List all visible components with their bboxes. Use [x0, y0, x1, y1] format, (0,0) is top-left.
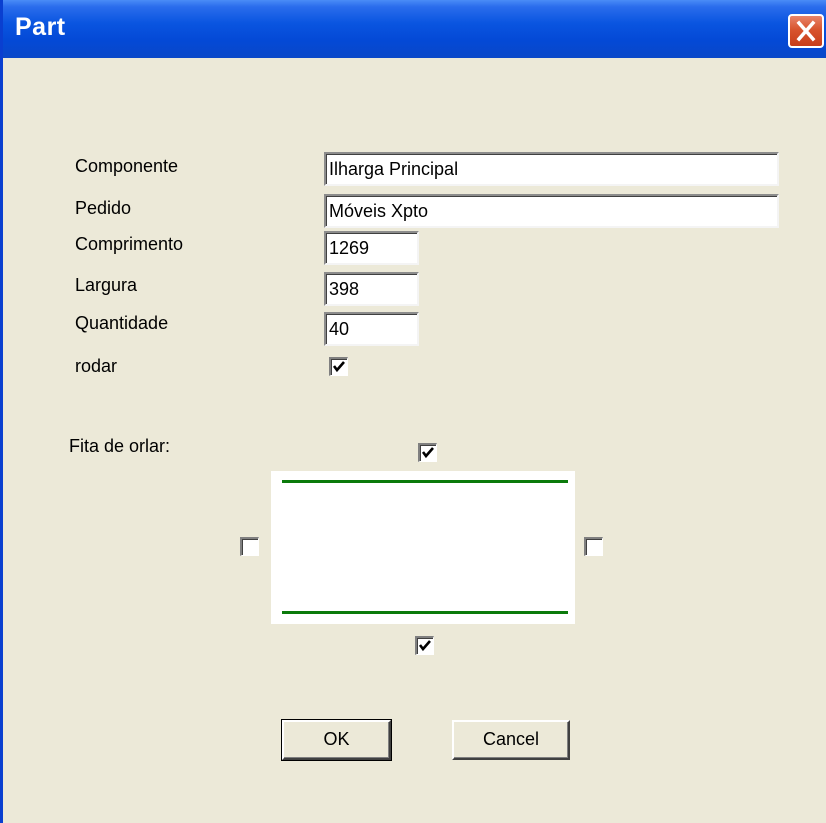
checkmark-icon — [421, 447, 434, 459]
comprimento-field[interactable]: 1269 — [324, 231, 419, 265]
part-dialog: Part Componente Pedido Comprimento Largu… — [0, 0, 826, 823]
comprimento-label: Comprimento — [75, 234, 184, 254]
close-icon — [796, 20, 816, 42]
componente-label: Componente — [75, 156, 179, 176]
close-button[interactable] — [788, 14, 824, 48]
title-bar[interactable]: Part — [3, 0, 826, 58]
left-edge-checkbox[interactable] — [240, 537, 259, 556]
right-edge-checkbox[interactable] — [584, 537, 603, 556]
largura-label: Largura — [75, 275, 138, 295]
dialog-body: Componente Pedido Comprimento Largura Qu… — [3, 58, 826, 823]
bottom-edge-checkbox[interactable] — [415, 636, 434, 655]
rodar-checkbox[interactable] — [329, 357, 348, 376]
part-preview — [271, 471, 575, 624]
rodar-label: rodar — [75, 356, 118, 376]
ok-button[interactable]: OK — [281, 719, 392, 761]
pedido-field[interactable]: Móveis Xpto — [324, 194, 779, 228]
top-edge-checkbox[interactable] — [418, 443, 437, 462]
largura-field[interactable]: 398 — [324, 272, 419, 306]
componente-field[interactable]: Ilharga Principal — [324, 152, 779, 186]
checkmark-icon — [332, 361, 345, 373]
pedido-label: Pedido — [75, 198, 132, 218]
edge-banding-label: Fita de orlar: — [69, 436, 171, 456]
cancel-button[interactable]: Cancel — [452, 720, 570, 760]
window-title: Part — [15, 13, 66, 41]
top-edge-line — [282, 480, 568, 483]
checkmark-icon — [418, 640, 431, 652]
quantidade-label: Quantidade — [75, 313, 169, 333]
quantidade-field[interactable]: 40 — [324, 312, 419, 346]
bottom-edge-line — [282, 611, 568, 614]
